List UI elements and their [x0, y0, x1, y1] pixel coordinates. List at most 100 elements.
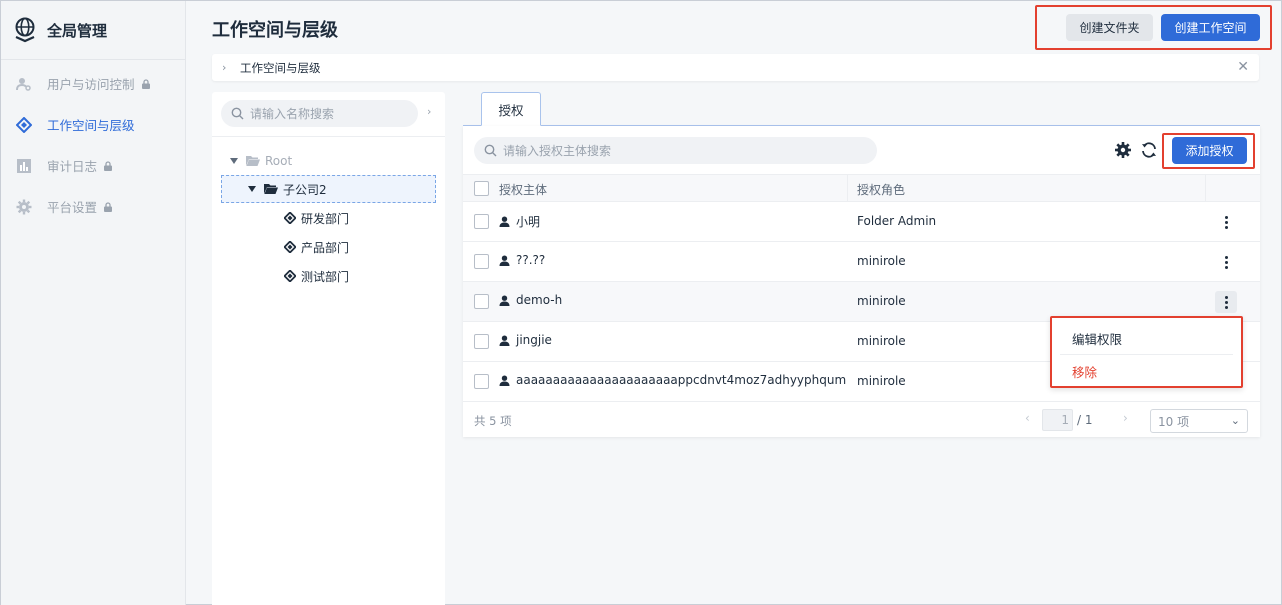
sidebar-item-platform-settings[interactable]: 平台设置 [15, 197, 113, 216]
workspace-icon [284, 270, 296, 282]
sidebar-item-label: 工作空间与层级 [47, 118, 135, 133]
tree-panel: › Root 子公司2 研发部门 产品部门 测试部门 [212, 92, 445, 605]
bar-chart-icon [15, 157, 33, 175]
page-size-value: 10 项 [1158, 414, 1190, 429]
sidebar-item-label: 用户与访问控制 [47, 77, 135, 92]
lock-icon [141, 78, 150, 89]
column-header-principal[interactable]: 授权主体 [499, 181, 547, 198]
principal-search[interactable] [474, 137, 877, 164]
role-cell: Folder Admin [857, 214, 937, 228]
tree-node-dept[interactable]: 研发部门 [284, 209, 349, 227]
tree-divider [212, 136, 445, 137]
sidebar-item-workspaces[interactable]: 工作空间与层级 [15, 115, 135, 134]
more-vertical-icon [1224, 295, 1228, 309]
tree-node-label: 子公司2 [283, 182, 327, 197]
tab-authorization[interactable]: 授权 [481, 92, 541, 126]
table-footer: 共 5 项 ‹ 1 / 1 › 10 项 ⌄ [463, 403, 1260, 437]
principal-cell: demo-h [499, 293, 562, 307]
principal-name: 小明 [516, 215, 541, 229]
workspace-icon [284, 241, 296, 253]
principal-search-input[interactable] [503, 143, 863, 158]
row-checkbox[interactable] [474, 374, 489, 389]
prev-page-icon[interactable]: ‹ [1025, 411, 1030, 425]
tree-search[interactable] [221, 100, 418, 127]
globe-icon [15, 17, 35, 43]
tabs: 授权 [463, 92, 1260, 126]
caret-down-icon[interactable] [248, 186, 256, 192]
settings-gear-icon[interactable] [1114, 141, 1132, 159]
lock-icon [104, 160, 113, 171]
user-icon [499, 216, 510, 227]
page-title: 工作空间与层级 [212, 20, 338, 41]
tree-node-dept[interactable]: 产品部门 [284, 238, 349, 256]
caret-down-icon[interactable] [230, 158, 238, 164]
role-cell: minirole [857, 374, 906, 388]
role-cell: minirole [857, 294, 906, 308]
sidebar-item-label: 审计日志 [47, 159, 98, 174]
create-folder-button[interactable]: 创建文件夹 [1066, 14, 1153, 41]
close-icon[interactable]: ✕ [1237, 59, 1249, 75]
search-icon [484, 144, 497, 157]
page-total: / 1 [1077, 413, 1093, 427]
top-actions-highlight: 创建文件夹 创建工作空间 [1035, 5, 1272, 50]
menu-divider [1060, 354, 1233, 355]
breadcrumb: › 工作空间与层级 ✕ [212, 54, 1259, 81]
column-header-role[interactable]: 授权角色 [857, 181, 905, 198]
next-page-icon[interactable]: › [1123, 411, 1128, 425]
tree-node-label: 测试部门 [301, 269, 350, 284]
page-size-select[interactable]: 10 项 ⌄ [1150, 409, 1248, 433]
principal-cell: aaaaaaaaaaaaaaaaaaaaaappcdnvt4moz7adhyyp… [499, 373, 846, 387]
principal-cell: 小明 [499, 213, 540, 230]
row-checkbox[interactable] [474, 334, 489, 349]
principal-name: jingjie [516, 333, 552, 347]
brand: 全局管理 [13, 17, 107, 43]
select-all-checkbox[interactable] [474, 181, 489, 196]
user-icon [499, 255, 510, 266]
user-icon [499, 295, 510, 306]
authorization-table-card: 添加授权 授权主体 授权角色 小明 Folder Admin ??.?? min… [463, 126, 1260, 437]
more-vertical-icon [1224, 255, 1228, 269]
sidebar-item-users[interactable]: 用户与访问控制 [15, 74, 151, 93]
table-row[interactable]: 小明 Folder Admin [463, 202, 1260, 242]
sidebar: 全局管理 用户与访问控制 工作空间与层级 审计日志 平台设置 [1, 1, 186, 605]
folder-open-icon [246, 156, 260, 166]
chevron-right-icon[interactable]: › [222, 61, 232, 74]
tree-node-root[interactable]: Root [230, 152, 292, 170]
tree-search-input[interactable] [250, 106, 410, 121]
row-checkbox[interactable] [474, 294, 489, 309]
brand-title: 全局管理 [47, 21, 108, 40]
principal-name: aaaaaaaaaaaaaaaaaaaaaappcdnvt4moz7adhyyp… [516, 373, 847, 387]
table-row[interactable]: ??.?? minirole [463, 242, 1260, 282]
row-actions-button[interactable] [1215, 211, 1237, 233]
chevron-down-icon: ⌄ [1230, 414, 1240, 427]
row-checkbox[interactable] [474, 214, 489, 229]
user-key-icon [15, 75, 33, 93]
sidebar-item-audit[interactable]: 审计日志 [15, 156, 113, 175]
create-workspace-button[interactable]: 创建工作空间 [1161, 14, 1260, 41]
add-authorization-button[interactable]: 添加授权 [1172, 137, 1247, 164]
refresh-icon[interactable] [1140, 141, 1158, 159]
menu-item-edit-permission[interactable]: 编辑权限 [1072, 329, 1122, 348]
role-cell: minirole [857, 334, 906, 348]
principal-name: ??.?? [516, 253, 546, 267]
folder-open-icon [264, 184, 278, 194]
user-icon [499, 375, 510, 386]
role-cell: minirole [857, 254, 906, 268]
tree-node-dept[interactable]: 测试部门 [284, 267, 349, 285]
table-header: 授权主体 授权角色 [463, 174, 1260, 202]
tree-node-sub[interactable]: 子公司2 [221, 175, 436, 203]
tree-node-label: 研发部门 [301, 211, 350, 226]
principal-cell: ??.?? [499, 253, 545, 267]
row-actions-button[interactable] [1215, 291, 1237, 313]
tree-node-label: Root [265, 154, 293, 168]
page-input[interactable]: 1 [1042, 409, 1073, 431]
row-actions-button[interactable] [1215, 251, 1237, 273]
principal-name: demo-h [516, 293, 563, 307]
tree-node-label: 产品部门 [301, 240, 350, 255]
row-checkbox[interactable] [474, 254, 489, 269]
collapse-panel-icon[interactable]: › [427, 105, 431, 118]
menu-item-remove[interactable]: 移除 [1072, 362, 1097, 381]
principal-cell: jingjie [499, 333, 552, 347]
breadcrumb-item[interactable]: 工作空间与层级 [240, 60, 321, 76]
layers-diamond-icon [15, 116, 33, 134]
